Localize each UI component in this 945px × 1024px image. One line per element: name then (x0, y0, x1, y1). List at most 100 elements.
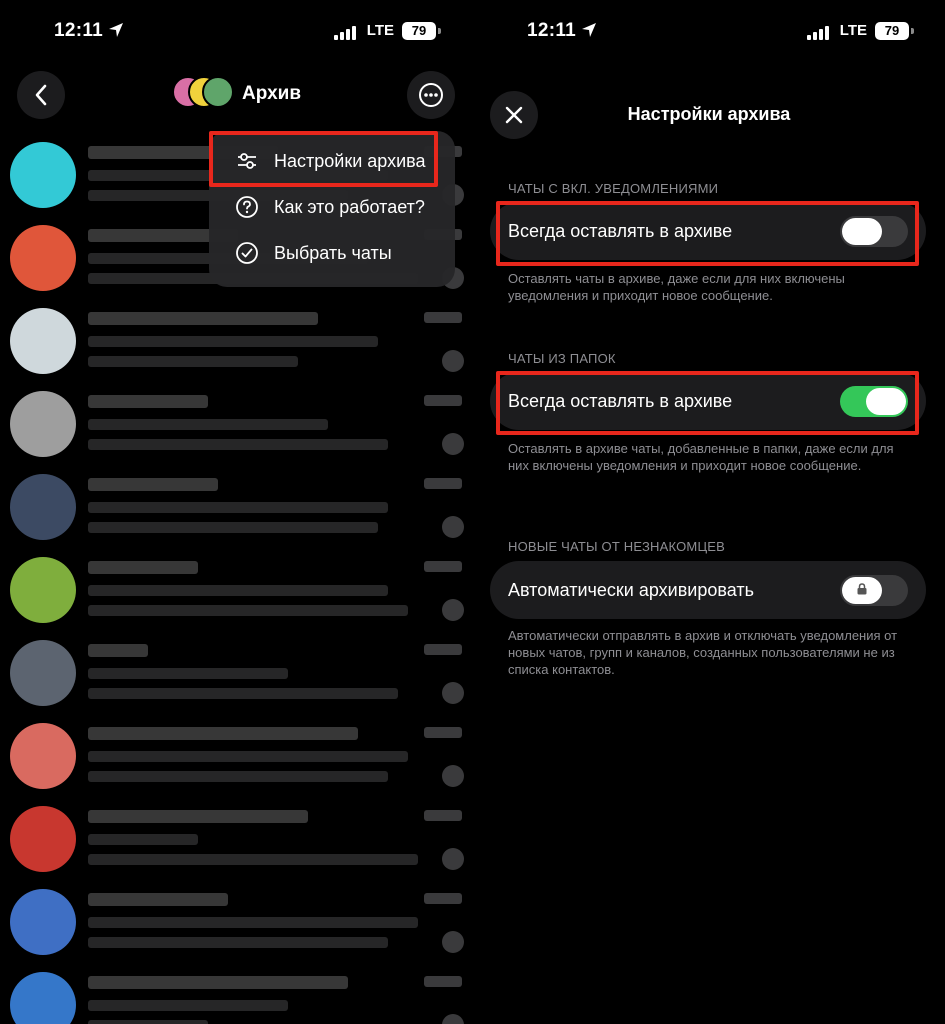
blurred-text (88, 771, 388, 782)
archive-screen: 12:11 LTE 79 Архив Настройки архива Как … (0, 0, 472, 1024)
blurred-text (88, 668, 288, 679)
unread-badge (442, 848, 464, 870)
blurred-time (424, 976, 462, 987)
row-label: Автоматически архивировать (508, 580, 754, 600)
chat-row[interactable] (0, 802, 472, 885)
unread-badge (442, 1014, 464, 1024)
avatar (10, 391, 76, 457)
chat-row[interactable] (0, 636, 472, 719)
avatar (10, 889, 76, 955)
highlight-frame (209, 131, 438, 187)
more-options-button[interactable] (407, 71, 455, 119)
blurred-text (88, 893, 228, 906)
lock-icon (857, 583, 867, 595)
blurred-text (88, 976, 348, 989)
blurred-text (88, 917, 418, 928)
unread-badge (442, 682, 464, 704)
chat-row[interactable] (0, 885, 472, 968)
network-type: LTE (839, 22, 867, 39)
blurred-text (88, 644, 148, 657)
battery-cap (911, 28, 914, 34)
section-header-strangers: НОВЫЕ ЧАТЫ ОТ НЕЗНАКОМЦЕВ (508, 539, 726, 554)
blurred-time (424, 727, 462, 738)
section-note: Автоматически отправлять в архив и отклю… (508, 628, 898, 677)
status-time: 12:11 (54, 20, 104, 41)
avatar (10, 972, 76, 1024)
network-type: LTE (366, 22, 394, 39)
archive-avatars (172, 76, 236, 112)
location-arrow-icon (582, 23, 596, 37)
back-button[interactable] (17, 71, 65, 119)
blurred-time (424, 312, 462, 323)
toggle-switch-locked[interactable] (840, 575, 908, 606)
unread-badge (442, 516, 464, 538)
auto-archive-row: Автоматически архивировать (490, 561, 926, 619)
chevron-left-icon (35, 84, 47, 106)
blurred-time (424, 810, 462, 821)
avatar (10, 474, 76, 540)
blurred-time (424, 893, 462, 904)
blurred-time (424, 478, 462, 489)
blurred-text (88, 1000, 288, 1011)
avatar (10, 225, 76, 291)
archive-header: Архив (172, 76, 301, 112)
chat-row[interactable] (0, 387, 472, 470)
page-title: Настройки архива (627, 104, 791, 124)
location-arrow-icon (109, 23, 123, 37)
status-bar: 12:11 LTE 79 (473, 18, 945, 46)
section-header-folders: ЧАТЫ ИЗ ПАПОК (508, 351, 616, 366)
blurred-time (424, 395, 462, 406)
chat-row[interactable] (0, 719, 472, 802)
menu-item-label: Выбрать чаты (274, 242, 392, 263)
signal-icon (807, 26, 829, 40)
avatar (202, 76, 234, 108)
check-circle-icon (236, 242, 258, 264)
blurred-text (88, 937, 388, 948)
blurred-text (88, 478, 218, 491)
menu-item-select-chats[interactable]: Выбрать чаты (209, 230, 455, 276)
ellipsis-circle-icon (419, 83, 443, 107)
blurred-time (424, 561, 462, 572)
blurred-text (88, 727, 358, 740)
highlight-frame (496, 371, 919, 435)
signal-icon (334, 26, 356, 40)
unread-badge (442, 765, 464, 787)
page-title: Архив (242, 83, 302, 104)
blurred-text (88, 605, 408, 616)
blurred-text (88, 810, 308, 823)
blurred-text (88, 1020, 208, 1024)
question-circle-icon (236, 196, 258, 218)
blurred-text (88, 312, 318, 325)
unread-badge (442, 931, 464, 953)
menu-item-label: Как это работает? (274, 196, 425, 217)
battery-indicator: 79 (402, 22, 436, 40)
battery-cap (438, 28, 441, 34)
avatar (10, 806, 76, 872)
unread-badge (442, 350, 464, 372)
avatar (10, 142, 76, 208)
unread-badge (442, 433, 464, 455)
status-bar: 12:11 LTE 79 (0, 18, 472, 46)
menu-item-how-it-works[interactable]: Как это работает? (209, 184, 455, 230)
blurred-text (88, 439, 388, 450)
blurred-text (88, 751, 408, 762)
highlight-frame (496, 201, 919, 266)
blurred-text (88, 688, 398, 699)
section-note: Оставлять чаты в архиве, даже если для н… (508, 271, 845, 303)
chat-row[interactable] (0, 304, 472, 387)
avatar (10, 723, 76, 789)
section-header-notifications: ЧАТЫ С ВКЛ. УВЕДОМЛЕНИЯМИ (508, 181, 719, 196)
blurred-text (88, 585, 388, 596)
section-note: Оставлять в архиве чаты, добавленные в п… (508, 441, 894, 473)
chat-row[interactable] (0, 470, 472, 553)
chat-row[interactable] (0, 553, 472, 636)
blurred-text (88, 502, 388, 513)
blurred-text (88, 395, 208, 408)
blurred-text (88, 356, 298, 367)
avatar (10, 308, 76, 374)
unread-badge (442, 599, 464, 621)
blurred-text (88, 834, 198, 845)
blurred-time (424, 644, 462, 655)
chat-row[interactable] (0, 968, 472, 1024)
status-time: 12:11 (527, 20, 577, 41)
